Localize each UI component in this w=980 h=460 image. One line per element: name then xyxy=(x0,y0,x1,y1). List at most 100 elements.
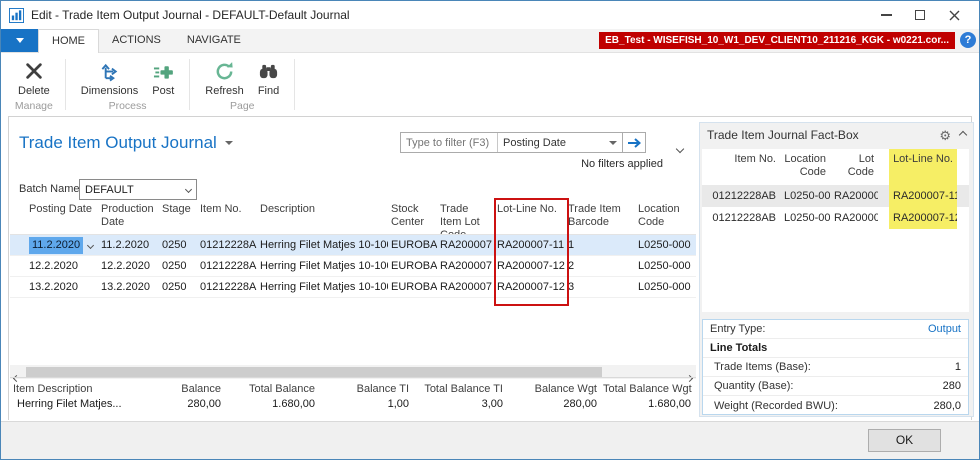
tab-actions[interactable]: ACTIONS xyxy=(99,29,174,52)
total-label: Total Balance Wgt xyxy=(600,382,694,397)
column-header[interactable]: Location Code xyxy=(635,201,694,234)
total-label: Balance xyxy=(130,382,224,397)
total-value: 1.680,00 xyxy=(600,397,694,412)
post-plus-icon xyxy=(153,58,174,84)
ribbon-separator xyxy=(189,59,190,110)
batch-name-select[interactable]: DEFAULT xyxy=(79,179,197,200)
line-total-value: 280,0 xyxy=(933,400,961,412)
close-icon xyxy=(949,10,960,21)
lot-line-no-cell[interactable]: RA200007-11 xyxy=(494,235,565,255)
factbox-table: Item No. Location Code Lot Code Lot-Line… xyxy=(702,149,969,312)
arrow-right-icon xyxy=(627,137,641,149)
grid-body: 11.2.2020 11.2.2020 0250 01212228AB Herr… xyxy=(10,235,696,298)
column-header[interactable]: Trade Item Barcode xyxy=(565,201,635,234)
find-button[interactable]: Find xyxy=(253,57,284,99)
window-title: Edit - Trade Item Output Journal - DEFAU… xyxy=(31,8,350,22)
filter-status: No filters applied xyxy=(429,158,663,170)
factbox-column-header-lot-line-no: Lot-Line No. xyxy=(889,149,957,185)
app-menu-caret-icon xyxy=(16,38,24,43)
ribbon-group-label: Manage xyxy=(5,99,63,116)
tab-navigate[interactable]: NAVIGATE xyxy=(174,29,254,52)
factbox-title: Trade Item Journal Fact-Box xyxy=(707,128,859,142)
date-picker-dropdown-icon[interactable] xyxy=(87,241,94,248)
factbox-info-panel: Entry Type: Output Line Totals Trade Ite… xyxy=(702,319,969,415)
chevron-down-icon xyxy=(185,186,192,193)
posting-date-cell[interactable]: 11.2.2020 xyxy=(26,235,98,255)
collapse-chevron-up-icon[interactable] xyxy=(959,131,967,139)
page-title: Trade Item Output Journal xyxy=(19,133,233,153)
factbox-lot-line-cell: RA200007-12 xyxy=(889,207,957,229)
ribbon: Delete Manage Dimensions xyxy=(1,54,979,116)
title-bar: Edit - Trade Item Output Journal - DEFAU… xyxy=(1,1,979,29)
refresh-button[interactable]: Refresh xyxy=(200,57,249,99)
environment-banner: EB_Test - WISEFISH_10_W1_DEV_CLIENT10_21… xyxy=(599,32,955,49)
filter-pane-expand-button[interactable] xyxy=(677,139,683,157)
maximize-button[interactable] xyxy=(903,1,937,29)
factbox-header: Trade Item Journal Fact-Box ⚙ xyxy=(700,123,973,144)
table-row[interactable]: 13.2.2020 13.2.2020 0250 01212228AB Herr… xyxy=(10,277,696,298)
column-header-lot-line-no[interactable]: Lot-Line No. xyxy=(494,201,565,234)
total-label: Item Description xyxy=(10,382,130,397)
tab-home[interactable]: HOME xyxy=(38,29,99,53)
chevron-down-icon xyxy=(676,145,684,153)
factbox-row[interactable]: 01212228AB L0250-000 RA200007 RA200007-1… xyxy=(702,185,969,207)
dimensions-button[interactable]: Dimensions xyxy=(76,57,143,99)
column-header[interactable]: Production Date xyxy=(98,201,159,234)
total-value: Herring Filet Matjes... xyxy=(10,397,130,412)
application-menu-button[interactable] xyxy=(1,29,38,52)
minimize-button[interactable] xyxy=(869,1,903,29)
filter-apply-button[interactable] xyxy=(622,133,645,152)
ribbon-group-label: Page xyxy=(192,99,292,116)
total-value: 1,00 xyxy=(318,397,412,412)
scrollbar-thumb[interactable] xyxy=(26,367,602,377)
column-header[interactable]: Trade Item Lot Code xyxy=(437,201,494,234)
lot-line-no-cell[interactable]: RA200007-12 xyxy=(494,277,565,297)
table-row[interactable]: 12.2.2020 12.2.2020 0250 01212228AB Herr… xyxy=(10,256,696,277)
line-totals-heading: Line Totals xyxy=(710,342,767,354)
filter-field-caret-icon xyxy=(609,141,617,145)
factbox-column-header: Item No. xyxy=(702,149,780,185)
settings-gear-icon[interactable]: ⚙ xyxy=(939,129,951,142)
dimensions-arrows-icon xyxy=(99,58,120,84)
column-header[interactable]: Item No. xyxy=(197,201,257,234)
filter-input[interactable] xyxy=(401,133,497,152)
column-header[interactable]: Stock Center xyxy=(388,201,437,234)
lot-line-no-cell[interactable]: RA200007-12 xyxy=(494,256,565,276)
filter-field-dropdown[interactable]: Posting Date xyxy=(497,133,622,152)
post-button[interactable]: Post xyxy=(147,57,179,99)
minimize-icon xyxy=(881,14,892,16)
factbox-panel: Trade Item Journal Fact-Box ⚙ Item No. L… xyxy=(699,122,974,417)
entry-type-value[interactable]: Output xyxy=(928,323,961,335)
table-row-selected[interactable]: 11.2.2020 11.2.2020 0250 01212228AB Herr… xyxy=(10,235,696,256)
total-value: 280,00 xyxy=(130,397,224,412)
focused-cell[interactable]: 11.2.2020 xyxy=(29,237,83,254)
line-total-label: Weight (Recorded BWU): xyxy=(710,400,838,412)
factbox-column-header: Location Code xyxy=(780,149,830,185)
column-header[interactable]: Posting Date xyxy=(26,201,98,234)
refresh-arrows-icon xyxy=(214,58,235,84)
ribbon-group-label: Process xyxy=(68,99,187,116)
factbox-column-header: Lot Code xyxy=(830,149,878,185)
line-total-value: 1 xyxy=(955,361,961,373)
total-label: Total Balance xyxy=(224,382,318,397)
help-icon[interactable]: ? xyxy=(960,32,976,48)
page-title-caret-icon[interactable] xyxy=(225,141,233,145)
total-label: Total Balance TI xyxy=(412,382,506,397)
entry-type-label: Entry Type: xyxy=(710,323,765,335)
total-label: Balance Wgt xyxy=(506,382,600,397)
delete-button[interactable]: Delete xyxy=(13,57,55,99)
total-value: 3,00 xyxy=(412,397,506,412)
footer-bar: OK xyxy=(1,421,979,459)
ribbon-group-manage: Delete Manage xyxy=(5,54,63,116)
filter-box: Posting Date xyxy=(400,132,646,153)
close-button[interactable] xyxy=(937,1,971,29)
page-content: Trade Item Output Journal Posting Date N… xyxy=(8,116,972,420)
column-header[interactable]: Description xyxy=(257,201,388,234)
factbox-header-row: Item No. Location Code Lot Code Lot-Line… xyxy=(702,149,969,185)
column-header[interactable]: Stage xyxy=(159,201,197,234)
factbox-lot-line-cell: RA200007-11 xyxy=(889,185,957,207)
total-value: 1.680,00 xyxy=(224,397,318,412)
factbox-row[interactable]: 01212228AB L0250-000 RA200007 RA200007-1… xyxy=(702,207,969,229)
maximize-icon xyxy=(915,10,925,20)
ok-button[interactable]: OK xyxy=(868,429,941,452)
